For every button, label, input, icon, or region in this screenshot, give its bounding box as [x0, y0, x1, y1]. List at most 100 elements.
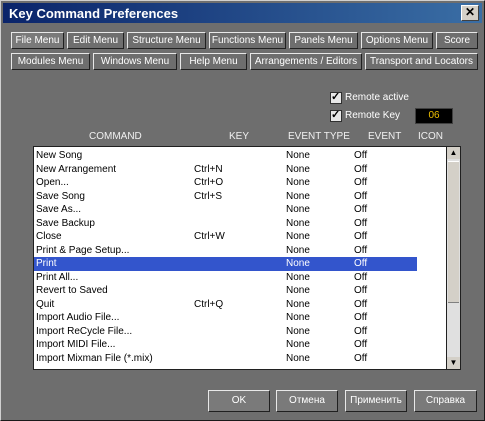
command-cell: Save Song	[36, 190, 85, 202]
event-cell: Off	[354, 163, 368, 175]
event-cell: Off	[354, 177, 368, 188]
event-cell: Off	[354, 204, 368, 215]
event-cell: Off	[354, 325, 368, 337]
tab-arrangements-editors[interactable]: Arrangements / Editors	[250, 53, 362, 70]
scroll-up-arrow-icon[interactable]: ▲	[447, 147, 460, 159]
event-cell: Off	[354, 352, 368, 364]
event-cell: Off	[354, 231, 368, 242]
ok-button[interactable]: OK	[208, 390, 270, 412]
tab-help-menu[interactable]: Help Menu	[180, 53, 247, 70]
key-command-preferences-window: Key Command Preferences ✕ File Menu Edit…	[0, 0, 485, 421]
list-item[interactable]: New Arrangement Ctrl+N None Off	[34, 163, 417, 177]
event-cell: Off	[354, 271, 368, 283]
remote-active-checkbox[interactable]: ✓	[330, 91, 342, 104]
event-cell: Off	[354, 285, 368, 296]
list-item-selected[interactable]: Print None Off	[34, 257, 417, 271]
list-item[interactable]: Quit Ctrl+Q None Off	[34, 298, 417, 312]
event-type-cell: None	[286, 339, 310, 350]
scroll-down-arrow-icon[interactable]: ▼	[447, 357, 460, 369]
command-cell: Save Backup	[36, 217, 95, 229]
event-cell: Off	[354, 258, 368, 269]
help-button[interactable]: Справка	[414, 390, 477, 412]
tab-transport-and-locators[interactable]: Transport and Locators	[365, 53, 478, 70]
key-cell: Ctrl+W	[194, 231, 225, 242]
key-command-list[interactable]: New Song None Off New Arrangement Ctrl+N Non…	[33, 146, 448, 370]
check-icon: ✓	[331, 91, 341, 103]
cancel-button[interactable]: Отмена	[276, 390, 338, 412]
event-type-cell: None	[286, 298, 310, 310]
command-cell: Import ReCycle File...	[36, 325, 133, 337]
column-header-command: COMMAND	[89, 131, 142, 142]
tab-functions-menu[interactable]: Functions Menu	[209, 32, 286, 49]
remote-key-field[interactable]: 06	[415, 108, 453, 124]
vertical-scrollbar[interactable]: ▲ ▼	[446, 146, 461, 370]
command-cell: Save As...	[36, 204, 82, 215]
command-cell: Import Audio File...	[36, 312, 120, 323]
tab-edit-menu[interactable]: Edit Menu	[67, 32, 124, 49]
command-cell: New Song	[36, 150, 83, 161]
event-type-cell: None	[286, 352, 310, 364]
event-cell: Off	[354, 190, 368, 202]
list-item[interactable]: Save As... None Off	[34, 203, 417, 217]
list-item[interactable]: Close Ctrl+W None Off	[34, 230, 417, 244]
key-cell: Ctrl+S	[194, 190, 223, 202]
tab-panels-menu[interactable]: Panels Menu	[289, 32, 358, 49]
list-item[interactable]: Save Backup None Off	[34, 217, 417, 231]
list-item[interactable]: Import Audio File... None Off	[34, 311, 417, 325]
column-header-key: KEY	[229, 131, 250, 142]
remote-key-label: Remote Key	[345, 110, 401, 121]
command-cell: Print All...	[36, 271, 79, 283]
tab-structure-menu[interactable]: Structure Menu	[127, 32, 206, 49]
event-type-cell: None	[286, 217, 310, 229]
check-icon: ✓	[331, 109, 341, 121]
event-type-cell: None	[286, 244, 310, 256]
close-icon[interactable]: ✕	[461, 5, 479, 21]
command-cell: Close	[36, 231, 62, 242]
command-cell: Import Mixman File (*.mix)	[36, 352, 153, 364]
event-type-cell: None	[286, 271, 310, 283]
event-type-cell: None	[286, 150, 310, 161]
command-cell: Revert to Saved	[36, 285, 108, 296]
list-item[interactable]: Print All... None Off	[34, 271, 417, 285]
event-type-cell: None	[286, 285, 310, 296]
key-cell: Ctrl+O	[194, 177, 224, 188]
event-type-cell: None	[286, 325, 310, 337]
event-type-cell: None	[286, 204, 310, 215]
list-item[interactable]: Revert to Saved None Off	[34, 284, 417, 298]
column-header-event-type: EVENT TYPE	[288, 131, 350, 142]
scrollbar-thumb[interactable]	[448, 161, 459, 303]
window-title: Key Command Preferences	[9, 6, 179, 21]
column-header-event: EVENT	[368, 131, 402, 142]
command-cell: Import MIDI File...	[36, 339, 116, 350]
event-cell: Off	[354, 217, 368, 229]
event-cell: Off	[354, 150, 368, 161]
event-cell: Off	[354, 298, 368, 310]
event-type-cell: None	[286, 163, 310, 175]
list-item[interactable]: New Song None Off	[34, 149, 417, 163]
list-item[interactable]: Open... Ctrl+O None Off	[34, 176, 417, 190]
event-type-cell: None	[286, 312, 310, 323]
event-cell: Off	[354, 339, 368, 350]
command-cell: Print & Page Setup...	[36, 244, 130, 256]
tab-score[interactable]: Score	[436, 32, 478, 49]
list-item[interactable]: Print & Page Setup... None Off	[34, 244, 417, 258]
command-cell: New Arrangement	[36, 163, 117, 175]
key-cell: Ctrl+Q	[194, 298, 224, 310]
apply-button[interactable]: Применить	[345, 390, 407, 412]
tab-file-menu[interactable]: File Menu	[11, 32, 64, 49]
tab-modules-menu[interactable]: Modules Menu	[11, 53, 90, 70]
list-item[interactable]: Import Mixman File (*.mix) None Off	[34, 352, 417, 366]
remote-active-label: Remote active	[345, 92, 409, 103]
event-cell: Off	[354, 312, 368, 323]
tab-options-menu[interactable]: Options Menu	[361, 32, 433, 49]
list-item[interactable]: Import MIDI File... None Off	[34, 338, 417, 352]
event-type-cell: None	[286, 258, 310, 269]
list-item[interactable]: Import ReCycle File... None Off	[34, 325, 417, 339]
event-type-cell: None	[286, 177, 310, 188]
tab-windows-menu[interactable]: Windows Menu	[93, 53, 177, 70]
column-header-icon: ICON	[418, 131, 443, 142]
remote-key-checkbox[interactable]: ✓	[330, 109, 342, 122]
list-item[interactable]: Save Song Ctrl+S None Off	[34, 190, 417, 204]
key-cell: Ctrl+N	[194, 163, 223, 175]
command-cell: Quit	[36, 298, 55, 310]
